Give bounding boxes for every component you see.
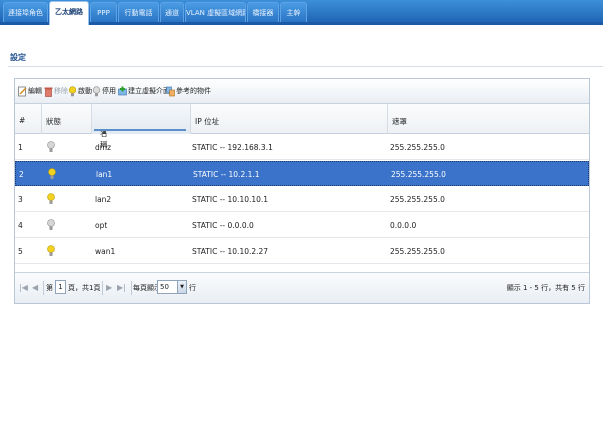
table-row[interactable]: 4 opt STATIC -- 0.0.0.0 0.0.0.0 — [15, 213, 589, 238]
tab-ppp[interactable]: PPP — [90, 2, 117, 22]
add-interface-icon — [118, 86, 127, 95]
per-page-select[interactable]: 50 ▼ — [157, 280, 187, 294]
activate-button[interactable]: 啟動 — [68, 84, 92, 98]
column-header-status[interactable]: 狀態 — [42, 104, 92, 134]
row-name: wan1 — [95, 247, 116, 256]
toolbar: 編輯 移除 啟動 停用 建立虛擬介面 參考的物件 — [15, 79, 589, 104]
delete-label: 移除 — [54, 87, 68, 95]
trash-icon — [44, 87, 53, 97]
edit-label: 編輯 — [28, 87, 42, 95]
bulb-off-icon — [47, 141, 55, 152]
bulb-on-icon — [47, 245, 55, 256]
row-number: 3 — [18, 195, 23, 204]
table-row[interactable]: 1 dmz STATIC -- 192.168.3.1 255.255.255.… — [15, 135, 589, 160]
row-ip: STATIC -- 10.10.10.1 — [192, 195, 269, 204]
references-label: 參考的物件 — [176, 87, 211, 95]
column-header-ip[interactable]: IP 位址 — [191, 104, 388, 134]
row-mask: 255.255.255.0 — [390, 195, 445, 204]
row-number: 1 — [18, 143, 23, 152]
table-row[interactable]: 3 lan2 STATIC -- 10.10.10.1 255.255.255.… — [15, 187, 589, 212]
deactivate-button[interactable]: 停用 — [92, 84, 116, 98]
table-row[interactable]: 2 lan1 STATIC -- 10.2.1.1 255.255.255.0 — [15, 161, 589, 186]
bulb-on-icon — [48, 168, 56, 179]
column-header-name[interactable]: 名稱 ▲ — [92, 104, 191, 149]
per-page-unit: 行 — [189, 284, 196, 292]
tab-tunnel[interactable]: 通道 — [160, 2, 184, 22]
row-ip: STATIC -- 0.0.0.0 — [192, 221, 254, 230]
bulb-off-icon — [92, 85, 101, 96]
page-suffix: 頁，共1頁 — [68, 284, 101, 292]
interface-panel: 編輯 移除 啟動 停用 建立虛擬介面 參考的物件 # 狀態 名稱 ▲ IP 位址… — [14, 78, 590, 304]
create-virtual-interface-button[interactable]: 建立虛擬介面 — [118, 84, 170, 98]
edit-button[interactable]: 編輯 — [18, 84, 42, 98]
create-virtual-label: 建立虛擬介面 — [128, 87, 170, 95]
row-mask: 0.0.0.0 — [390, 221, 417, 230]
deactivate-label: 停用 — [102, 87, 116, 95]
references-button[interactable]: 參考的物件 — [166, 84, 211, 98]
table-header: # 狀態 名稱 ▲ IP 位址 遮罩 — [15, 104, 591, 149]
table-row[interactable]: 5 wan1 STATIC -- 10.10.2.27 255.255.255.… — [15, 239, 589, 264]
tab-port-roles[interactable]: 連接埠角色 — [3, 2, 48, 22]
row-mask: 255.255.255.0 — [390, 247, 445, 256]
section-title: 設定 — [10, 53, 26, 62]
row-mask: 255.255.255.0 — [390, 143, 445, 152]
row-name: lan2 — [95, 195, 112, 204]
tab-vlan[interactable]: VLAN 虛擬區域網路 — [185, 2, 246, 22]
row-number: 4 — [18, 221, 23, 230]
page-prefix: 第 — [46, 284, 53, 292]
delete-button[interactable]: 移除 — [44, 84, 68, 98]
edit-icon — [18, 86, 27, 96]
column-header-mask[interactable]: 遮罩 — [388, 104, 591, 134]
bulb-off-icon — [47, 219, 55, 230]
tab-trunk[interactable]: 主幹 — [280, 2, 307, 22]
tab-bridge[interactable]: 橋接器 — [247, 2, 279, 22]
row-ip: STATIC -- 10.10.2.27 — [192, 247, 269, 256]
previous-page-icon[interactable]: ◀ — [32, 283, 38, 292]
tab-cellular[interactable]: 行動電話 — [118, 2, 159, 22]
next-page-icon[interactable]: ▶ — [106, 283, 112, 292]
column-header-number[interactable]: # — [15, 104, 42, 134]
first-page-icon[interactable]: |◀ — [19, 283, 28, 292]
chevron-down-icon: ▼ — [177, 281, 186, 293]
bulb-on-icon — [68, 85, 77, 96]
row-ip: STATIC -- 192.168.3.1 — [192, 143, 273, 152]
pagination-bar: |◀ ◀ 第 1 頁，共1頁 ▶ ▶| 每頁顯示 50 ▼ 行 顯示 1 - 5 … — [15, 272, 589, 303]
row-number: 5 — [18, 247, 23, 256]
page-number-input[interactable]: 1 — [55, 280, 66, 294]
row-name: opt — [95, 221, 108, 230]
tab-ethernet[interactable]: 乙太網路 — [49, 1, 89, 25]
section-divider — [8, 66, 603, 67]
row-name: dmz — [95, 143, 112, 152]
row-ip: STATIC -- 10.2.1.1 — [193, 170, 260, 179]
bulb-on-icon — [47, 193, 55, 204]
row-mask: 255.255.255.0 — [391, 170, 446, 179]
references-icon — [166, 86, 175, 96]
pagination-summary: 顯示 1 - 5 行，共有 5 行 — [506, 284, 585, 292]
tab-bar: 連接埠角色 乙太網路 PPP 行動電話 通道 VLAN 虛擬區域網路 橋接器 主… — [0, 0, 603, 25]
activate-label: 啟動 — [78, 87, 92, 95]
last-page-icon[interactable]: ▶| — [117, 283, 126, 292]
row-name: lan1 — [96, 170, 113, 179]
row-number: 2 — [19, 170, 24, 179]
